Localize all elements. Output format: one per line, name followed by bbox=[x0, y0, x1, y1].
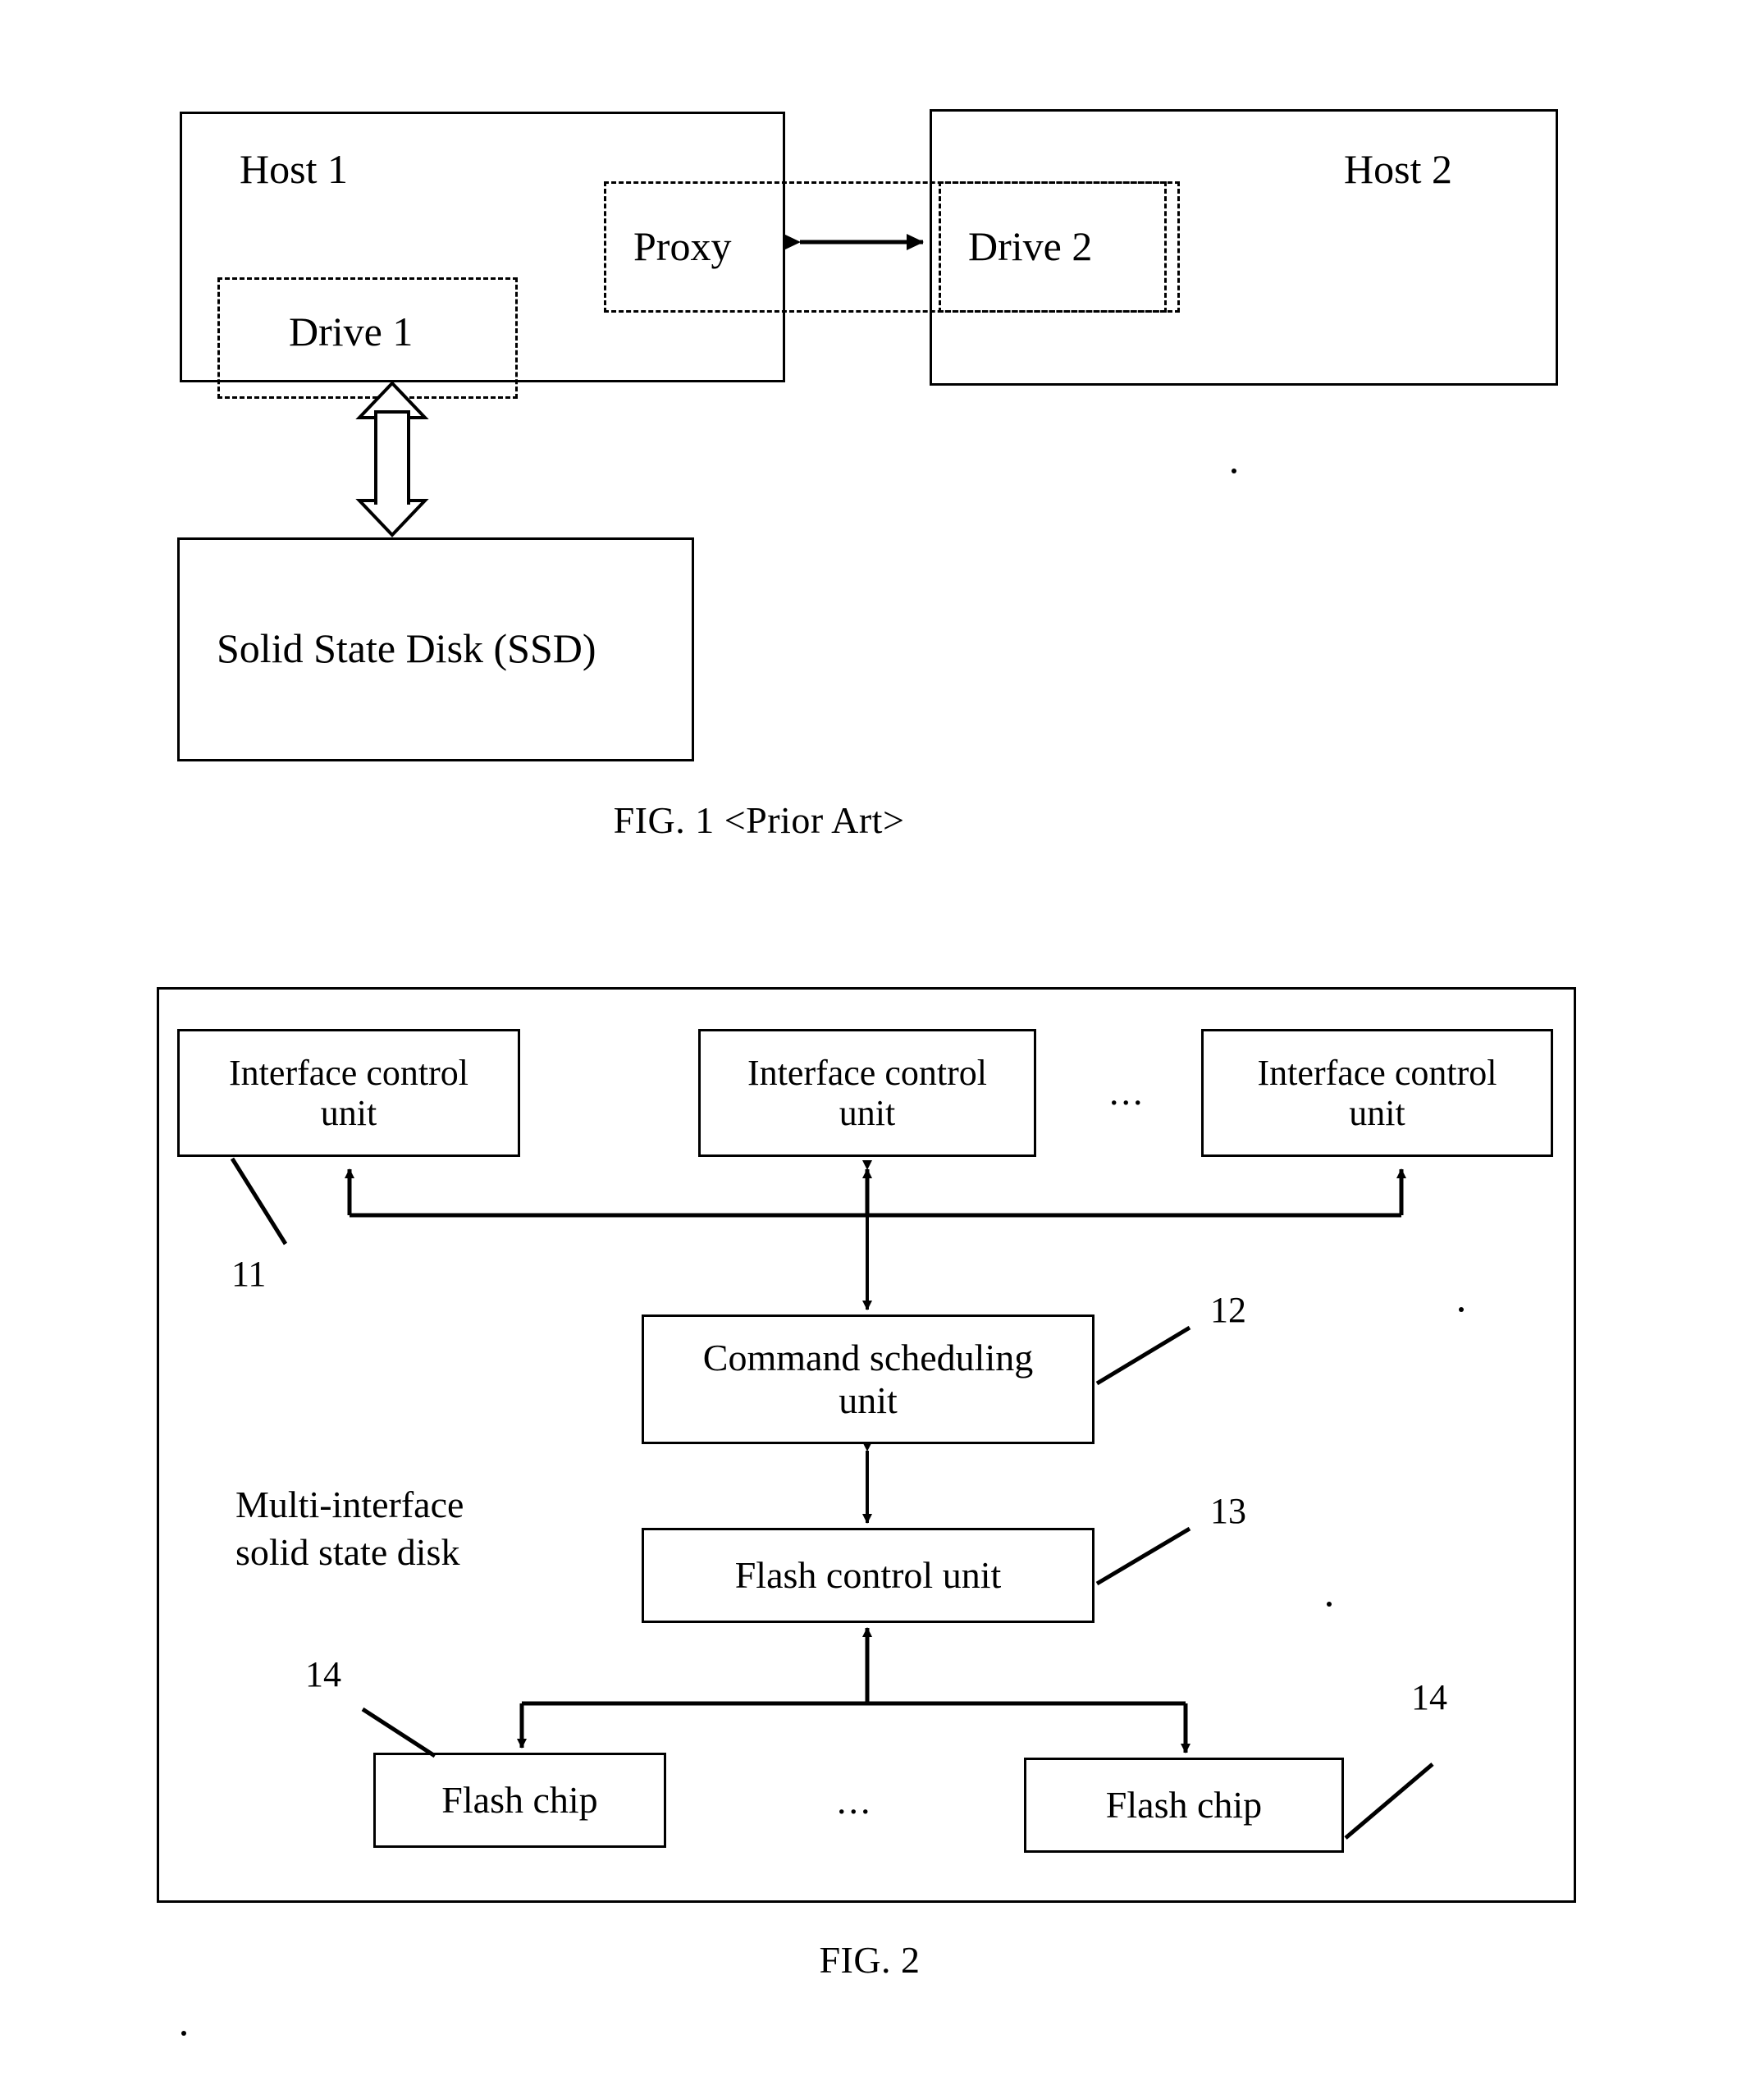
drive-2-label: Drive 2 bbox=[968, 223, 1093, 269]
ssd-label: Solid State Disk (SSD) bbox=[217, 625, 596, 671]
multi-interface-ssd-label: Multi-interface solid state disk bbox=[235, 1484, 464, 1573]
flash-chip-2-box: Flash chip bbox=[1024, 1758, 1344, 1853]
proxy-label: Proxy bbox=[633, 223, 732, 269]
interface-row-ellipsis: ... bbox=[1109, 1071, 1145, 1113]
interface-control-unit-1-box: Interface control unit bbox=[177, 1029, 520, 1157]
flash-control-unit-box: Flash control unit bbox=[642, 1528, 1095, 1623]
patent-drawing-page: Host 1 Proxy Drive 1 Host 2 Drive 2 Soli… bbox=[0, 0, 1764, 2094]
host-1-label: Host 1 bbox=[240, 146, 348, 192]
interface-control-unit-2-box: Interface control unit bbox=[698, 1029, 1036, 1157]
scan-speck-4 bbox=[181, 2031, 186, 2036]
drive-1-label: Drive 1 bbox=[289, 309, 414, 354]
ref-numeral-14-left: 14 bbox=[305, 1654, 341, 1694]
flash-chip-2-label: Flash chip bbox=[1105, 1784, 1263, 1827]
ref-numeral-12: 12 bbox=[1210, 1290, 1246, 1330]
flash-chip-1-box: Flash chip bbox=[373, 1753, 666, 1848]
interface-control-unit-2-label: Interface control unit bbox=[747, 1052, 987, 1133]
interface-control-unit-3-label: Interface control unit bbox=[1257, 1052, 1497, 1133]
interface-control-unit-3-box: Interface control unit bbox=[1201, 1029, 1553, 1157]
command-scheduling-unit-box: Command scheduling unit bbox=[642, 1314, 1095, 1444]
scan-speck-1 bbox=[1232, 469, 1236, 473]
ref-numeral-14-right: 14 bbox=[1411, 1677, 1447, 1717]
command-scheduling-unit-label: Command scheduling unit bbox=[702, 1337, 1034, 1421]
drive1-ssd-hollow-arrow bbox=[355, 381, 429, 537]
ref-numeral-13: 13 bbox=[1210, 1491, 1246, 1531]
ref-numeral-11: 11 bbox=[231, 1254, 267, 1294]
host-2-label: Host 2 bbox=[1344, 146, 1452, 192]
interface-control-unit-1-label: Interface control unit bbox=[229, 1052, 468, 1133]
fig-1-caption: FIG. 1 <Prior Art> bbox=[613, 799, 905, 841]
flash-row-ellipsis: ... bbox=[837, 1780, 873, 1822]
flash-control-unit-label: Flash control unit bbox=[734, 1554, 1002, 1597]
fig-2-caption: FIG. 2 bbox=[819, 1939, 921, 1981]
flash-chip-1-label: Flash chip bbox=[441, 1779, 598, 1822]
